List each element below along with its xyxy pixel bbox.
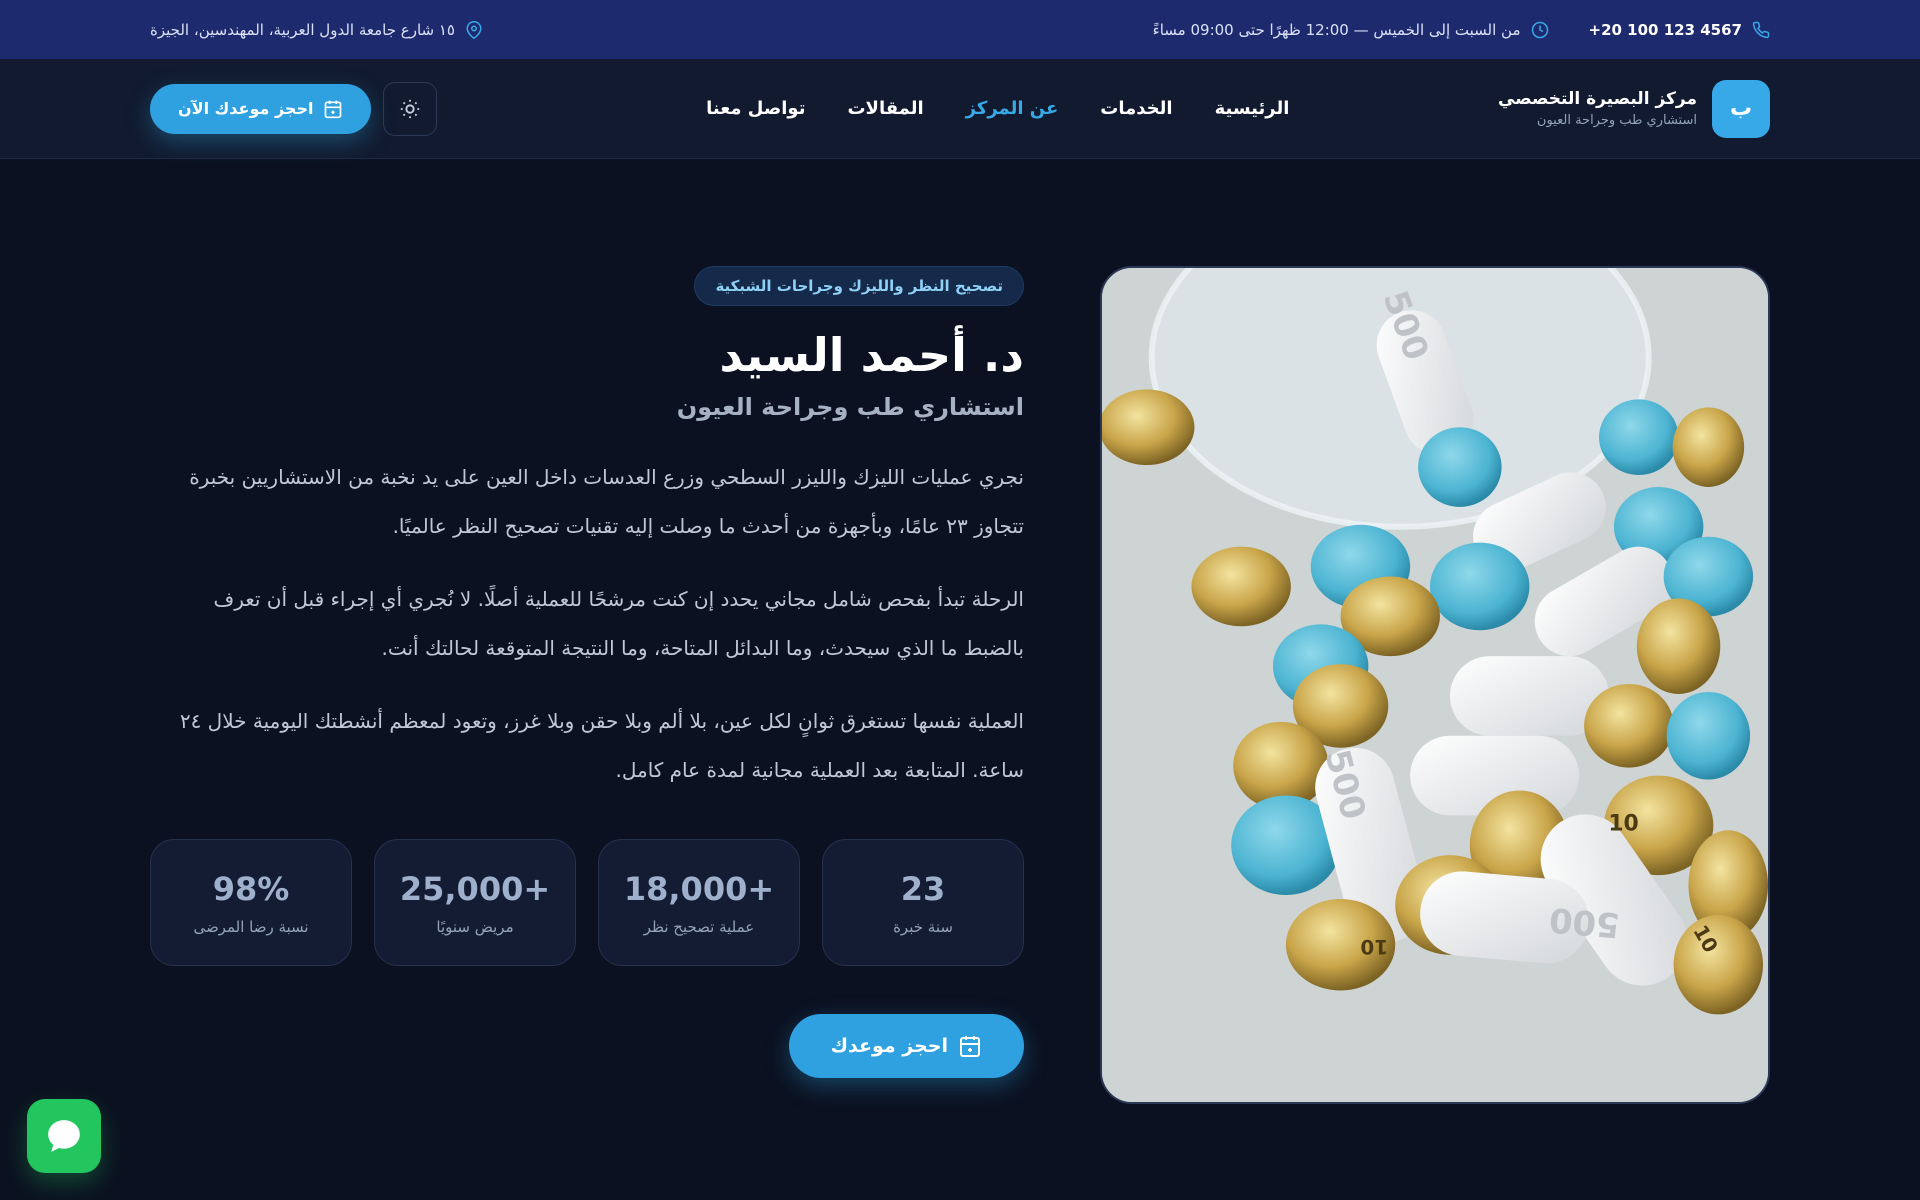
stat-value: 98% bbox=[212, 869, 290, 908]
nav-about[interactable]: عن المركز bbox=[966, 98, 1059, 119]
book-appointment-button[interactable]: احجز موعدك bbox=[788, 1014, 1024, 1079]
brand-tagline: استشاري طب وجراحة العيون bbox=[1536, 113, 1697, 128]
stat-card: 98% نسبة رضا المرضى bbox=[150, 839, 352, 967]
stat-card: 25,000+ مريض سنويًا bbox=[374, 839, 576, 967]
header-book-label: احجز موعدك الآن bbox=[178, 99, 314, 118]
site-header: ب مركز البصيرة التخصصي استشاري طب وجراحة… bbox=[0, 59, 1920, 159]
brand-logo: ب bbox=[1712, 79, 1770, 138]
stat-label: عملية تصحيح نظر bbox=[643, 917, 755, 936]
hero-content: تصحيح النظر والليزك وجراحات الشبكية د. أ… bbox=[150, 266, 1024, 1079]
stat-value: 25,000+ bbox=[399, 869, 551, 908]
pills-photo: 500 500 500 10 10 10 bbox=[1102, 268, 1768, 1102]
chat-bubble-icon bbox=[48, 1120, 80, 1152]
intro-paragraph: نجري عمليات الليزك والليزر السطحي وزرع ا… bbox=[189, 465, 1024, 539]
map-pin-icon bbox=[466, 20, 482, 39]
doctor-title: استشاري طب وجراحة العيون bbox=[676, 393, 1024, 422]
phone-icon bbox=[1752, 21, 1770, 38]
nav-contact[interactable]: تواصل معنا bbox=[706, 98, 805, 119]
header-book-button[interactable]: احجز موعدك الآن bbox=[150, 83, 372, 134]
contact-group: +20 100 123 4567 من السبت إلى الخميس — 1… bbox=[1153, 21, 1770, 39]
phone-number: +20 100 123 4567 bbox=[1588, 20, 1742, 39]
book-appointment-label: احجز موعدك bbox=[830, 1035, 948, 1058]
stat-label: سنة خبرة bbox=[893, 917, 953, 936]
stat-label: نسبة رضا المرضى bbox=[193, 917, 309, 936]
header-actions: احجز موعدك الآن bbox=[150, 81, 438, 136]
calendar-plus-icon bbox=[325, 100, 342, 118]
hours-info: من السبت إلى الخميس — 12:00 ظهرًا حتى 09… bbox=[1153, 21, 1549, 39]
chat-button[interactable] bbox=[27, 1099, 101, 1173]
stat-label: مريض سنويًا bbox=[436, 917, 514, 936]
recovery-paragraph: العملية نفسها تستغرق ثوانٍ لكل عين، بلا … bbox=[179, 709, 1024, 783]
pill-mark: 10 bbox=[1360, 935, 1388, 958]
nav-services[interactable]: الخدمات bbox=[1100, 98, 1172, 119]
stat-value: 23 bbox=[900, 869, 946, 908]
stats-row: 23 سنة خبرة 18,000+ عملية تصحيح نظر 25,0… bbox=[150, 839, 1024, 967]
clock-icon bbox=[1531, 21, 1548, 38]
specialty-badge: تصحيح النظر والليزك وجراحات الشبكية bbox=[694, 266, 1024, 306]
calendar-plus-icon bbox=[960, 1036, 980, 1058]
theme-toggle-button[interactable] bbox=[383, 81, 438, 136]
brand-name: مركز البصيرة التخصصي bbox=[1498, 89, 1697, 109]
sun-icon bbox=[401, 99, 420, 118]
doctor-name: د. أحمد السيد bbox=[719, 328, 1024, 382]
stat-card: 23 سنة خبرة bbox=[822, 839, 1024, 967]
hero-image: 500 500 500 10 10 10 bbox=[1100, 266, 1770, 1104]
working-hours: من السبت إلى الخميس — 12:00 ظهرًا حتى 09… bbox=[1152, 20, 1521, 39]
nav-articles[interactable]: المقالات bbox=[847, 98, 923, 119]
process-paragraph: الرحلة تبدأ بفحص شامل مجاني يحدد إن كنت … bbox=[213, 587, 1024, 661]
main-nav: الرئيسية الخدمات عن المركز المقالات تواص… bbox=[706, 98, 1289, 119]
pill-mark: 10 bbox=[1608, 811, 1638, 836]
brand-text: مركز البصيرة التخصصي استشاري طب وجراحة ا… bbox=[1498, 89, 1697, 128]
stat-card: 18,000+ عملية تصحيح نظر bbox=[598, 839, 800, 967]
brand[interactable]: ب مركز البصيرة التخصصي استشاري طب وجراحة… bbox=[1498, 79, 1770, 138]
address-info: ١٥ شارع جامعة الدول العربية، المهندسين، … bbox=[150, 21, 483, 39]
address-text: ١٥ شارع جامعة الدول العربية، المهندسين، … bbox=[150, 20, 455, 39]
phone-info[interactable]: +20 100 123 4567 bbox=[1589, 21, 1770, 39]
pill-mark: 500 bbox=[1548, 900, 1622, 945]
stat-value: 18,000+ bbox=[623, 869, 775, 908]
nav-home[interactable]: الرئيسية bbox=[1215, 98, 1290, 119]
top-info-bar: +20 100 123 4567 من السبت إلى الخميس — 1… bbox=[0, 0, 1920, 59]
